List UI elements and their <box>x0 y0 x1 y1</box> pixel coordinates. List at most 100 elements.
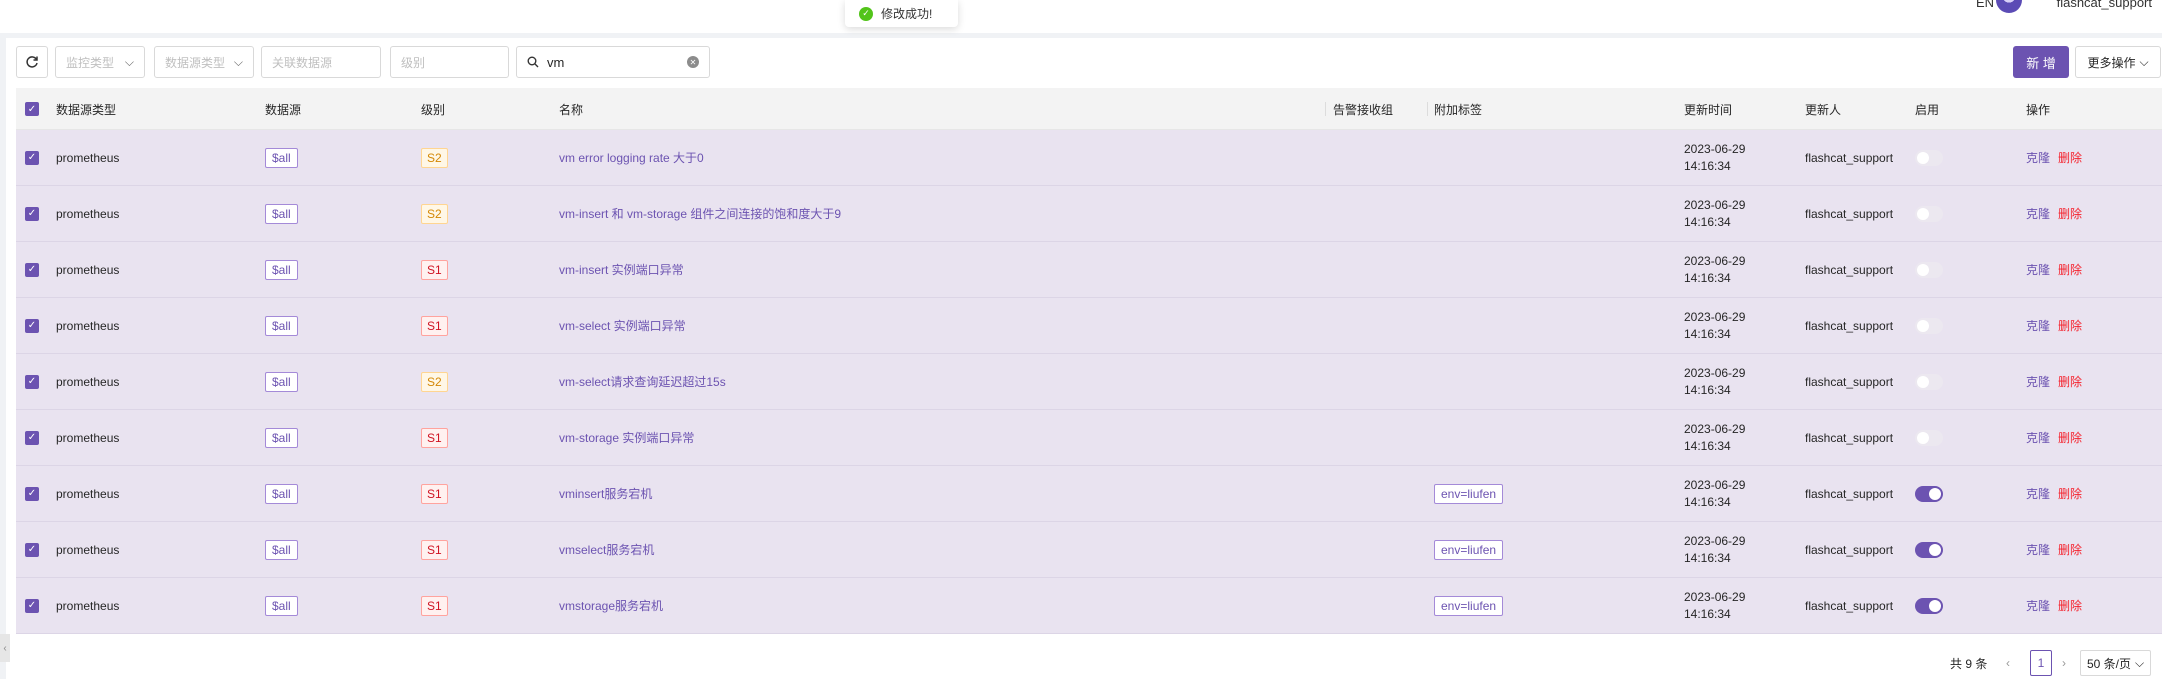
prev-page-icon[interactable]: ‹ <box>2006 650 2010 676</box>
row-checkbox[interactable]: ✓ <box>25 466 39 521</box>
datasource-tag: $all <box>265 147 298 168</box>
tags-cell: env=liufen <box>1434 522 1504 577</box>
row-checkbox[interactable]: ✓ <box>25 410 39 465</box>
delete-link[interactable]: 删除 <box>2058 410 2082 465</box>
updated-at-cell: 2023-06-29 14:16:34 <box>1684 242 1745 297</box>
severity-badge: S1 <box>421 315 448 336</box>
level-select[interactable]: 级别 <box>390 46 509 78</box>
table-row[interactable]: ✓ prometheus $all S2 vm-insert 和 vm-stor… <box>16 186 2162 242</box>
add-button[interactable]: 新 增 <box>2013 46 2069 78</box>
table-row[interactable]: ✓ prometheus $all S1 vmselect服务宕机 env=li… <box>16 522 2162 578</box>
clone-link[interactable]: 克隆 <box>2026 410 2050 465</box>
updated-date: 2023-06-29 <box>1684 477 1746 492</box>
row-checkbox[interactable]: ✓ <box>25 298 39 353</box>
rule-name-link[interactable]: vmselect服务宕机 <box>559 522 654 577</box>
clone-link[interactable]: 克隆 <box>2026 130 2050 185</box>
datasource-tag: $all <box>265 371 298 392</box>
related-datasource-placeholder: 关联数据源 <box>272 55 333 70</box>
avatar[interactable] <box>1996 0 2022 13</box>
table-row[interactable]: ✓ prometheus $all S1 vm-storage 实例端口异常 2… <box>16 410 2162 466</box>
rule-name-link[interactable]: vminsert服务宕机 <box>559 466 652 521</box>
delete-link[interactable]: 删除 <box>2058 186 2082 241</box>
clone-link[interactable]: 克隆 <box>2026 354 2050 409</box>
page-size-select[interactable]: 50 条/页 ⌵ <box>2080 650 2152 676</box>
rule-name-link[interactable]: vm error logging rate 大于0 <box>559 130 704 185</box>
clone-link[interactable]: 克隆 <box>2026 298 2050 353</box>
table-row[interactable]: ✓ prometheus $all S2 vm-select请求查询延迟超过15… <box>16 354 2162 410</box>
row-checkbox[interactable]: ✓ <box>25 522 39 577</box>
delete-link[interactable]: 删除 <box>2058 578 2082 633</box>
table-row[interactable]: ✓ prometheus $all S1 vmstorage服务宕机 env=l… <box>16 578 2162 634</box>
enabled-toggle[interactable] <box>1915 578 1943 633</box>
clone-link[interactable]: 克隆 <box>2026 522 2050 577</box>
related-datasource-select[interactable]: 关联数据源 <box>261 46 381 78</box>
enabled-toggle[interactable] <box>1915 522 1943 577</box>
table-row[interactable]: ✓ prometheus $all S1 vm-select 实例端口异常 20… <box>16 298 2162 354</box>
row-checkbox[interactable]: ✓ <box>25 354 39 409</box>
collapse-handle-icon[interactable]: ‹ <box>0 634 10 662</box>
rule-name-link[interactable]: vmstorage服务宕机 <box>559 578 663 633</box>
row-checkbox[interactable]: ✓ <box>25 186 39 241</box>
delete-link[interactable]: 删除 <box>2058 522 2082 577</box>
search-value: vm <box>547 54 565 70</box>
clone-link[interactable]: 克隆 <box>2026 578 2050 633</box>
header-level: 级别 <box>421 102 446 117</box>
chevron-down-icon: ⌵ <box>2139 54 2149 69</box>
search-input[interactable]: vm ✕ <box>516 46 710 78</box>
monitor-type-select[interactable]: 监控类型 ⌵ <box>55 46 145 78</box>
toolbar: 监控类型 ⌵ 数据源类型 ⌵ 关联数据源 级别 vm ✕ 新 增 更多操作 ⌵ <box>6 38 2162 88</box>
enabled-toggle[interactable] <box>1915 186 1943 241</box>
table-row[interactable]: ✓ prometheus $all S1 vm-insert 实例端口异常 20… <box>16 242 2162 298</box>
row-checkbox[interactable]: ✓ <box>25 130 39 185</box>
table-row[interactable]: ✓ prometheus $all S2 vm error logging ra… <box>16 130 2162 186</box>
updated-by-cell: flashcat_support <box>1805 374 1894 389</box>
enabled-toggle[interactable] <box>1915 410 1943 465</box>
toast-message: 修改成功! <box>881 7 933 21</box>
clone-link[interactable]: 克隆 <box>2026 242 2050 297</box>
updated-date: 2023-06-29 <box>1684 309 1746 324</box>
rule-name-link[interactable]: vm-insert 和 vm-storage 组件之间连接的饱和度大于9 <box>559 186 841 241</box>
enabled-toggle[interactable] <box>1915 242 1943 297</box>
delete-link[interactable]: 删除 <box>2058 354 2082 409</box>
row-checkbox[interactable]: ✓ <box>25 242 39 297</box>
row-checkbox[interactable]: ✓ <box>25 578 39 633</box>
delete-link[interactable]: 删除 <box>2058 298 2082 353</box>
select-all-checkbox[interactable]: ✓ <box>25 88 39 130</box>
severity-badge: S2 <box>421 147 448 168</box>
enabled-toggle[interactable] <box>1915 130 1943 185</box>
clone-link[interactable]: 克隆 <box>2026 186 2050 241</box>
enabled-toggle[interactable] <box>1915 354 1943 409</box>
table-header: ✓ 数据源类型 数据源 级别 名称 告警接收组 附加标签 更新时间 更新人 启用… <box>16 88 2162 130</box>
enabled-toggle[interactable] <box>1915 298 1943 353</box>
enabled-toggle[interactable] <box>1915 466 1943 521</box>
next-page-icon[interactable]: › <box>2062 650 2066 676</box>
severity-badge: S1 <box>421 595 448 616</box>
clear-icon[interactable]: ✕ <box>687 56 699 68</box>
clone-link[interactable]: 克隆 <box>2026 466 2050 521</box>
header-updated-by: 更新人 <box>1805 102 1842 117</box>
table-row[interactable]: ✓ prometheus $all S1 vminsert服务宕机 env=li… <box>16 466 2162 522</box>
delete-link[interactable]: 删除 <box>2058 242 2082 297</box>
total-count: 共 9 条 <box>1950 656 1988 671</box>
level-cell: S1 <box>421 410 448 465</box>
delete-link[interactable]: 删除 <box>2058 466 2082 521</box>
header-updated-at: 更新时间 <box>1684 102 1733 117</box>
header-ds: 数据源 <box>265 102 302 117</box>
more-actions-button[interactable]: 更多操作 ⌵ <box>2075 46 2161 78</box>
rule-name-link[interactable]: vm-storage 实例端口异常 <box>559 410 694 465</box>
ds-type-cell: prometheus <box>56 150 120 165</box>
language-switch[interactable]: EN <box>1976 0 1994 10</box>
datasource-tag: $all <box>265 259 298 280</box>
rule-name-link[interactable]: vm-select请求查询延迟超过15s <box>559 354 726 409</box>
username[interactable]: flashcat_support <box>2057 0 2152 10</box>
switch-knob <box>1915 373 1943 390</box>
rule-name-link[interactable]: vm-select 实例端口异常 <box>559 298 686 353</box>
delete-link[interactable]: 删除 <box>2058 130 2082 185</box>
refresh-button[interactable] <box>16 46 48 78</box>
rule-name-link[interactable]: vm-insert 实例端口异常 <box>559 242 684 297</box>
page-1[interactable]: 1 <box>2030 650 2052 676</box>
severity-badge: S2 <box>421 371 448 392</box>
level-cell: S2 <box>421 186 448 241</box>
datasource-type-select[interactable]: 数据源类型 ⌵ <box>154 46 254 78</box>
chevron-down-icon: ⌵ <box>233 54 243 69</box>
